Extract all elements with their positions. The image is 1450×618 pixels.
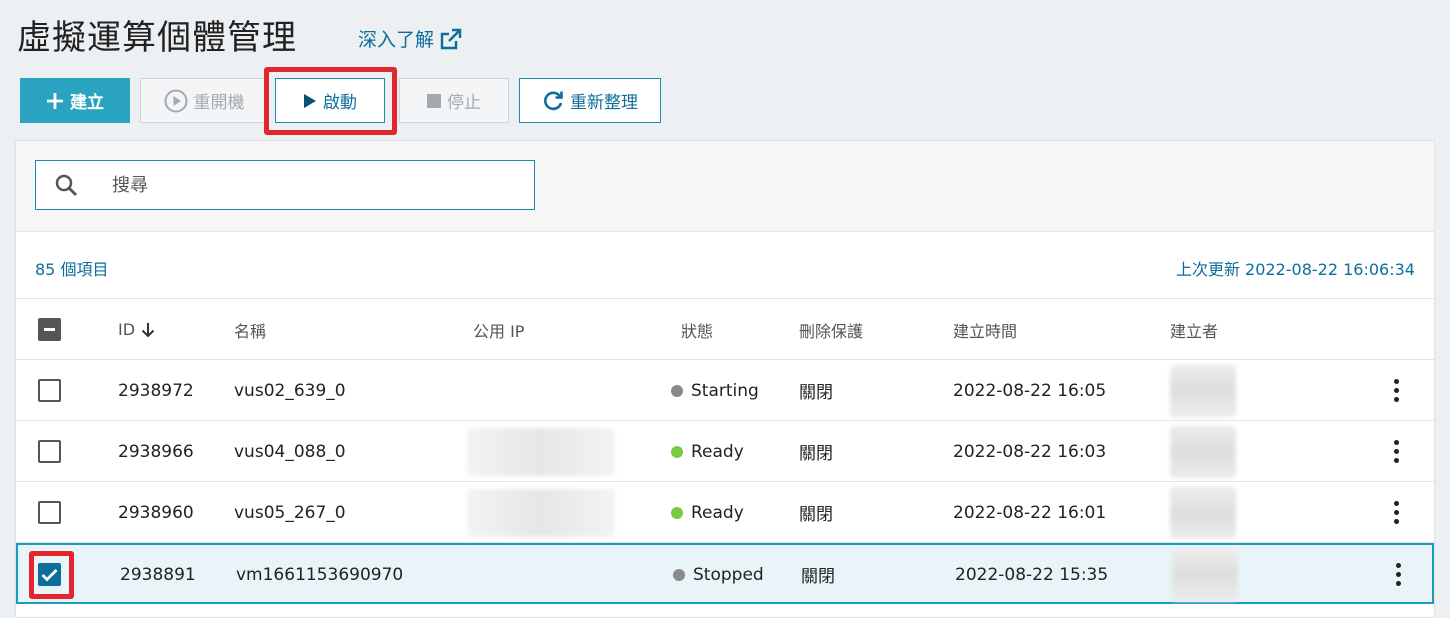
row-delete-protection: 關閉: [799, 383, 833, 403]
row-name: vm1661153690970: [236, 564, 404, 585]
search-input[interactable]: [96, 162, 516, 208]
learn-more-link[interactable]: 深入了解: [358, 25, 462, 52]
public-ip-redacted: [467, 488, 615, 537]
column-created-time[interactable]: 建立時間: [953, 299, 1017, 360]
row-menu-button[interactable]: [1386, 421, 1406, 482]
row-menu-button[interactable]: [1386, 482, 1406, 543]
row-delete-protection: 關閉: [799, 444, 833, 464]
column-name[interactable]: 名稱: [234, 299, 266, 360]
search-area: [16, 141, 1434, 232]
row-name: vus05_267_0: [234, 502, 346, 523]
row-id: 2938966: [118, 441, 194, 462]
row-status: Ready: [671, 421, 744, 482]
row-id: 2938891: [120, 564, 196, 585]
last-update: 上次更新 2022-08-22 16:06:34: [1175, 260, 1415, 279]
table-row[interactable]: 2938972 vus02_639_0 Starting 關閉 2022-08-…: [16, 360, 1434, 421]
play-circle-icon: [164, 89, 187, 112]
column-id-label: ID: [118, 320, 136, 339]
public-ip-redacted: [467, 427, 615, 476]
search-box[interactable]: [35, 160, 535, 210]
more-vertical-icon: [1393, 379, 1399, 402]
row-status: Stopped: [673, 544, 764, 605]
summary-bar: 85 個項目 上次更新 2022-08-22 16:06:34: [16, 232, 1434, 299]
row-status-label: Ready: [691, 502, 744, 523]
creator-redacted: [1170, 425, 1236, 478]
status-dot: [671, 384, 683, 397]
stop-label: 停止: [447, 93, 481, 113]
restart-button[interactable]: 重開機: [140, 78, 268, 123]
row-status-label: Ready: [691, 441, 744, 462]
row-name: vus02_639_0: [234, 380, 346, 401]
status-dot: [673, 568, 685, 581]
refresh-icon: [544, 91, 563, 110]
status-dot: [671, 506, 683, 519]
item-count: 85 個項目: [35, 260, 109, 279]
column-delete-protection[interactable]: 刪除保護: [799, 299, 863, 360]
row-created-time: 2022-08-22 16:03: [953, 441, 1107, 462]
more-vertical-icon: [1393, 501, 1399, 524]
row-created-time: 2022-08-22 15:35: [955, 564, 1109, 585]
creator-redacted: [1170, 364, 1236, 417]
stop-button[interactable]: 停止: [399, 78, 509, 123]
row-status: Starting: [671, 360, 759, 421]
more-vertical-icon: [1395, 563, 1401, 586]
table-row-selected[interactable]: 2938891 vm1661153690970 Stopped 關閉 2022-…: [16, 543, 1434, 604]
instance-panel: 85 個項目 上次更新 2022-08-22 16:06:34 ID 名稱 公用…: [15, 140, 1435, 618]
external-link-icon: [440, 28, 462, 49]
row-menu-button[interactable]: [1388, 544, 1408, 605]
table-row[interactable]: 2938960 vus05_267_0 Ready 關閉 2022-08-22 …: [16, 482, 1434, 543]
row-delete-protection: 關閉: [801, 567, 835, 587]
select-all-checkbox[interactable]: [38, 318, 61, 341]
row-id: 2938972: [118, 380, 194, 401]
row-status: Ready: [671, 482, 744, 543]
status-dot: [671, 445, 683, 458]
column-status[interactable]: 狀態: [681, 299, 713, 360]
start-button-highlight: [264, 67, 397, 135]
row-id: 2938960: [118, 502, 194, 523]
row-created-time: 2022-08-22 16:05: [953, 380, 1107, 401]
column-creator[interactable]: 建立者: [1170, 299, 1218, 360]
row-status-label: Starting: [691, 380, 759, 401]
stop-icon: [427, 93, 441, 108]
page-title: 虛擬運算個體管理: [17, 18, 297, 58]
creator-redacted: [1172, 548, 1238, 601]
search-icon: [55, 174, 77, 196]
row-status-label: Stopped: [693, 564, 764, 585]
learn-more-label: 深入了解: [358, 29, 435, 51]
row-delete-protection: 關閉: [799, 505, 833, 525]
row-name: vus04_088_0: [234, 441, 346, 462]
row-checkbox[interactable]: [38, 440, 61, 463]
refresh-button[interactable]: 重新整理: [519, 78, 661, 123]
row-menu-button[interactable]: [1386, 360, 1406, 421]
restart-label: 重開機: [193, 93, 245, 113]
table-header: ID 名稱 公用 IP 狀態 刪除保護 建立時間 建立者: [16, 299, 1434, 360]
create-button[interactable]: 建立: [20, 78, 130, 123]
checkbox-highlight: [29, 551, 74, 599]
create-label: 建立: [70, 93, 104, 113]
row-checkbox[interactable]: [38, 501, 61, 524]
row-created-time: 2022-08-22 16:01: [953, 502, 1107, 523]
column-id[interactable]: ID: [118, 299, 155, 360]
creator-redacted: [1170, 486, 1236, 539]
refresh-label: 重新整理: [570, 93, 638, 113]
arrow-down-icon: [141, 322, 155, 337]
plus-icon: [47, 92, 63, 109]
row-checkbox[interactable]: [38, 379, 61, 402]
table-row[interactable]: 2938966 vus04_088_0 Ready 關閉 2022-08-22 …: [16, 421, 1434, 482]
more-vertical-icon: [1393, 440, 1399, 463]
column-public-ip[interactable]: 公用 IP: [473, 299, 524, 360]
